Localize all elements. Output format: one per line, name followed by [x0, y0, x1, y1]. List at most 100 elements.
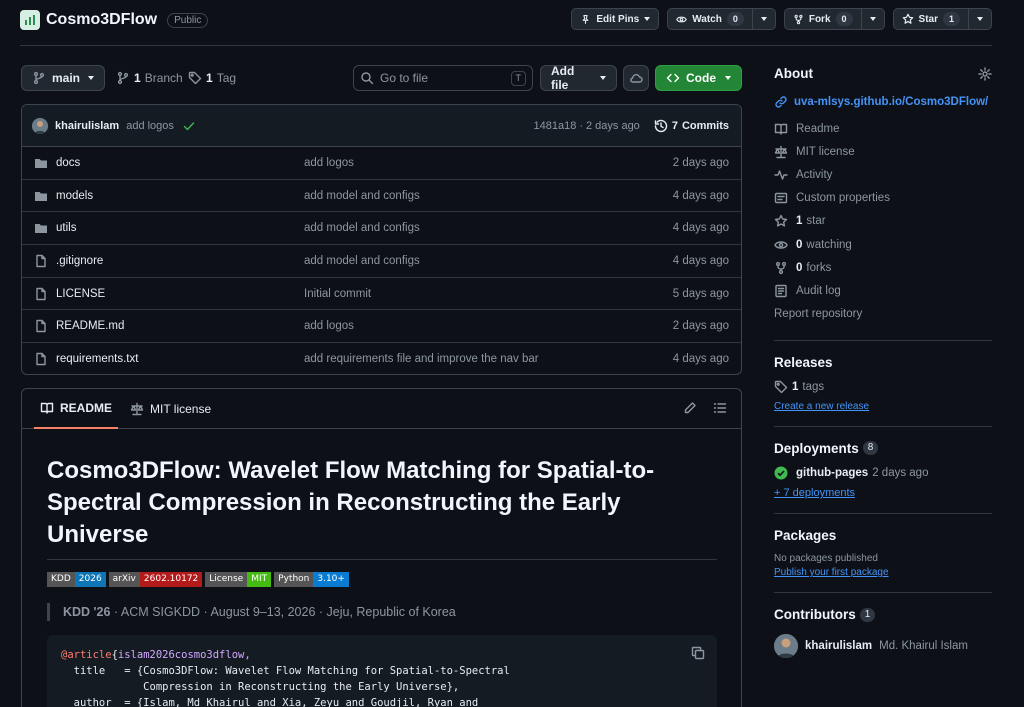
contributors-heading[interactable]: Contributors	[774, 607, 856, 622]
branches-link[interactable]: 1 Branch	[116, 65, 183, 91]
fork-icon	[775, 261, 787, 274]
file-name[interactable]: requirements.txt	[56, 353, 138, 365]
file-row-gitignore[interactable]: .gitignore add model and configs 4 days …	[22, 245, 741, 278]
tags-link[interactable]: 1 Tag	[188, 65, 236, 91]
branch-icon	[33, 71, 45, 85]
file-name[interactable]: README.md	[56, 320, 124, 332]
file-row-requirements[interactable]: requirements.txt add requirements file a…	[22, 343, 741, 374]
tab-license[interactable]: MIT license	[124, 389, 217, 429]
check-icon	[183, 121, 195, 130]
deployments-heading[interactable]: Deployments	[774, 441, 859, 456]
releases-heading[interactable]: Releases	[774, 355, 992, 370]
activity-link[interactable]: Activity	[774, 163, 992, 186]
star-icon	[774, 215, 788, 227]
commit-message[interactable]: add logos	[126, 120, 174, 132]
chevron-down-icon	[88, 76, 94, 80]
file-name[interactable]: utils	[56, 222, 76, 234]
commit-author[interactable]: khairulislam	[55, 120, 119, 132]
custom-properties-link[interactable]: Custom properties	[774, 187, 992, 210]
watch-button[interactable]: Watch 0	[667, 8, 776, 30]
tab-readme[interactable]: README	[34, 389, 119, 429]
add-file-button[interactable]: Add file	[540, 64, 617, 92]
edit-pins-button[interactable]: Edit Pins	[571, 8, 660, 30]
file-commit-message[interactable]: add logos	[304, 157, 673, 169]
contributor-item[interactable]: khairulislam Md. Khairul Islam	[774, 634, 992, 659]
file-commit-message[interactable]: add model and configs	[304, 190, 673, 202]
more-deployments-link[interactable]: + 7 deployments	[774, 487, 992, 499]
arxiv-badge[interactable]: arXiv 2602.10172	[108, 572, 203, 587]
repo-logo-icon	[20, 10, 40, 30]
watch-label: Watch	[692, 13, 722, 25]
repo-sidebar: About uva-mlsys.github.io/Cosmo3DFlow/ R…	[774, 66, 992, 659]
watching-link[interactable]: 0 watching	[774, 233, 992, 256]
code-icon	[666, 73, 680, 83]
chevron-down-icon[interactable]	[977, 17, 983, 21]
branch-select-button[interactable]: main	[21, 65, 105, 91]
file-commit-message[interactable]: add logos	[304, 320, 673, 332]
header-divider	[20, 45, 992, 46]
file-row-license[interactable]: LICENSE Initial commit 5 days ago	[22, 278, 741, 311]
chevron-down-icon[interactable]	[869, 17, 876, 21]
file-name[interactable]: .gitignore	[56, 255, 103, 267]
outline-list-icon[interactable]	[713, 401, 727, 415]
kdd-badge[interactable]: KDD 2026	[47, 572, 106, 587]
commits-count: 7	[671, 119, 678, 132]
commits-link[interactable]: 7 Commits	[654, 119, 729, 133]
license-link[interactable]: MIT license	[774, 140, 992, 163]
readme-link[interactable]: Readme	[774, 117, 992, 140]
stars-link[interactable]: 1 star	[774, 210, 992, 233]
go-to-file-search[interactable]: T	[353, 65, 533, 91]
fork-label: Fork	[808, 13, 831, 25]
go-to-file-input[interactable]	[380, 71, 500, 85]
avatar[interactable]	[774, 634, 798, 659]
file-name[interactable]: models	[56, 190, 93, 202]
commit-hash[interactable]: 1481a18	[533, 120, 576, 132]
file-row-readme[interactable]: README.md add logos 2 days ago	[22, 310, 741, 344]
tags-count: 1	[206, 71, 213, 85]
star-button[interactable]: Star 1	[892, 8, 992, 30]
publish-package-link[interactable]: Publish your first package	[774, 567, 992, 578]
create-release-link[interactable]: Create a new release	[774, 401, 992, 412]
gear-icon[interactable]	[978, 66, 992, 81]
code-button[interactable]: Code	[655, 65, 742, 91]
tags-label: Tag	[216, 71, 237, 85]
website-link[interactable]: uva-mlsys.github.io/Cosmo3DFlow/	[774, 95, 992, 109]
repo-name[interactable]: Cosmo3DFlow	[46, 11, 157, 29]
tags-count-link[interactable]: 1 tags	[774, 376, 992, 399]
pencil-icon[interactable]	[683, 401, 697, 415]
file-row-docs[interactable]: docs add logos 2 days ago	[22, 147, 741, 180]
no-packages-text: No packages published	[774, 553, 878, 565]
forks-link[interactable]: 0 forks	[774, 256, 992, 279]
fork-button[interactable]: Fork 0	[783, 8, 885, 30]
divider	[774, 339, 992, 341]
readme-title: Cosmo3DFlow: Wavelet Flow Matching for S…	[47, 455, 717, 560]
note-icon	[774, 192, 788, 204]
deployment-time: 2 days ago	[872, 467, 929, 480]
file-commit-message[interactable]: Initial commit	[304, 288, 673, 300]
packages-heading[interactable]: Packages	[774, 528, 992, 543]
file-commit-message[interactable]: add model and configs	[304, 255, 673, 267]
file-date: 4 days ago	[672, 353, 729, 366]
file-row-models[interactable]: models add model and configs 4 days ago	[22, 180, 741, 213]
venue-name: KDD '26	[63, 605, 111, 619]
codespaces-button[interactable]	[623, 65, 649, 91]
file-row-utils[interactable]: utils add model and configs 4 days ago	[22, 212, 741, 246]
file-commit-message[interactable]: add requirements file and improve the na…	[304, 353, 673, 365]
cloud-icon	[630, 73, 643, 83]
copy-icon[interactable]	[691, 646, 705, 660]
avatar[interactable]	[32, 117, 48, 134]
link-icon	[775, 96, 787, 108]
bibtex-code-block: @article{islam2026cosmo3dflow, title = {…	[47, 635, 717, 707]
license-badge[interactable]: License MIT	[205, 572, 272, 587]
file-name[interactable]: LICENSE	[56, 288, 105, 300]
python-badge[interactable]: Python 3.10+	[274, 572, 349, 587]
report-repository-link[interactable]: Report repository	[774, 303, 992, 326]
deployment-item[interactable]: github-pages 2 days ago	[774, 462, 992, 485]
file-commit-message[interactable]: add model and configs	[304, 222, 673, 234]
file-name[interactable]: docs	[56, 157, 80, 169]
chevron-down-icon[interactable]	[760, 17, 767, 21]
audit-log-link[interactable]: Audit log	[774, 279, 992, 302]
file-date: 5 days ago	[672, 287, 729, 300]
file-date: 2 days ago	[672, 156, 729, 169]
code-label: Code	[686, 71, 716, 85]
